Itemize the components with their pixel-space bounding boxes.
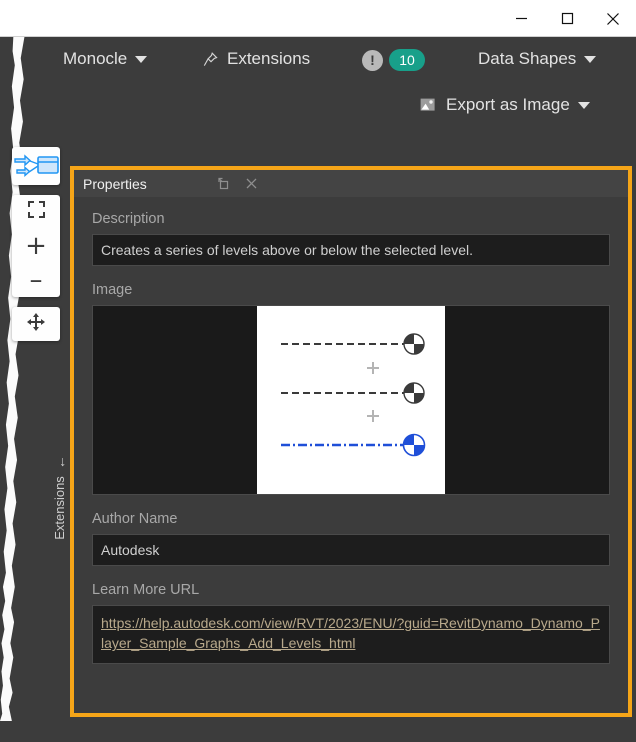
learn-more-url-label: Learn More URL: [92, 582, 200, 598]
extension-toolbar: Monocle Extensions ! 10 Data Shapes Expo…: [0, 37, 636, 129]
arrow-left-icon: ←: [51, 454, 67, 469]
node-graph-icon: [11, 149, 61, 183]
pushpin-icon: [202, 51, 219, 68]
undock-icon[interactable]: [215, 175, 233, 193]
graph-tool-group: [12, 147, 60, 185]
zoom-to-fit-button[interactable]: [13, 195, 59, 229]
bottom-strip: [0, 721, 636, 742]
minimize-button[interactable]: [498, 1, 544, 37]
extensions-side-tab[interactable]: Extensions ←: [46, 436, 72, 558]
canvas-tools: + –: [12, 147, 60, 351]
pan-button[interactable]: [13, 307, 59, 341]
author-name-value[interactable]: Autodesk: [92, 534, 610, 566]
node-graph-button[interactable]: [13, 147, 59, 185]
properties-panel: Properties Description Creates a series …: [70, 166, 632, 717]
author-name-label: Author Name: [92, 511, 178, 527]
data-shapes-label: Data Shapes: [478, 49, 577, 68]
pan-tool-group: [12, 307, 60, 341]
plus-icon: +: [25, 231, 47, 261]
close-icon[interactable]: [243, 175, 261, 193]
extensions-label: Extensions: [227, 49, 311, 68]
dynamo-workspace: Monocle Extensions ! 10 Data Shapes Expo…: [0, 37, 636, 742]
export-as-image-menu[interactable]: Export as Image: [420, 95, 590, 115]
learn-more-url-box: https://help.autodesk.com/view/RVT/2023/…: [92, 605, 610, 664]
properties-panel-title: Properties: [83, 175, 147, 192]
maximize-button[interactable]: [544, 1, 590, 37]
properties-panel-body: Description Creates a series of levels a…: [74, 197, 628, 664]
zoom-to-fit-icon: [27, 200, 46, 224]
monocle-label: Monocle: [63, 49, 128, 68]
extensions-side-tab-label: Extensions: [51, 475, 67, 540]
image-label: Image: [92, 282, 133, 298]
zoom-tool-group: + –: [12, 195, 60, 297]
image-icon: [420, 97, 438, 113]
image-preview-frame: [92, 305, 610, 495]
zoom-in-button[interactable]: +: [13, 229, 59, 263]
app-window: Monocle Extensions ! 10 Data Shapes Expo…: [0, 0, 636, 742]
warning-glyph: !: [370, 52, 375, 68]
chevron-down-icon: [577, 101, 590, 109]
zoom-out-button[interactable]: –: [13, 263, 59, 297]
description-value[interactable]: Creates a series of levels above or belo…: [92, 234, 610, 266]
chevron-down-icon: [584, 55, 597, 63]
warning-icon: !: [362, 49, 383, 71]
data-shapes-menu[interactable]: Data Shapes: [478, 49, 597, 69]
minus-icon: –: [29, 265, 43, 295]
learn-more-url-link[interactable]: https://help.autodesk.com/view/RVT/2023/…: [101, 615, 600, 651]
monocle-menu[interactable]: Monocle: [63, 49, 148, 69]
description-label: Description: [92, 211, 165, 227]
notification-group[interactable]: ! 10: [362, 49, 425, 71]
extensions-pin-button[interactable]: Extensions: [202, 49, 310, 69]
notification-count-badge: 10: [389, 49, 425, 71]
level-diagram-image: [257, 306, 445, 494]
export-as-image-label: Export as Image: [446, 95, 570, 114]
properties-panel-header: Properties: [74, 170, 628, 197]
chevron-down-icon: [135, 55, 148, 63]
window-titlebar: [0, 0, 636, 37]
pan-icon: [26, 312, 46, 337]
close-button[interactable]: [590, 1, 636, 37]
